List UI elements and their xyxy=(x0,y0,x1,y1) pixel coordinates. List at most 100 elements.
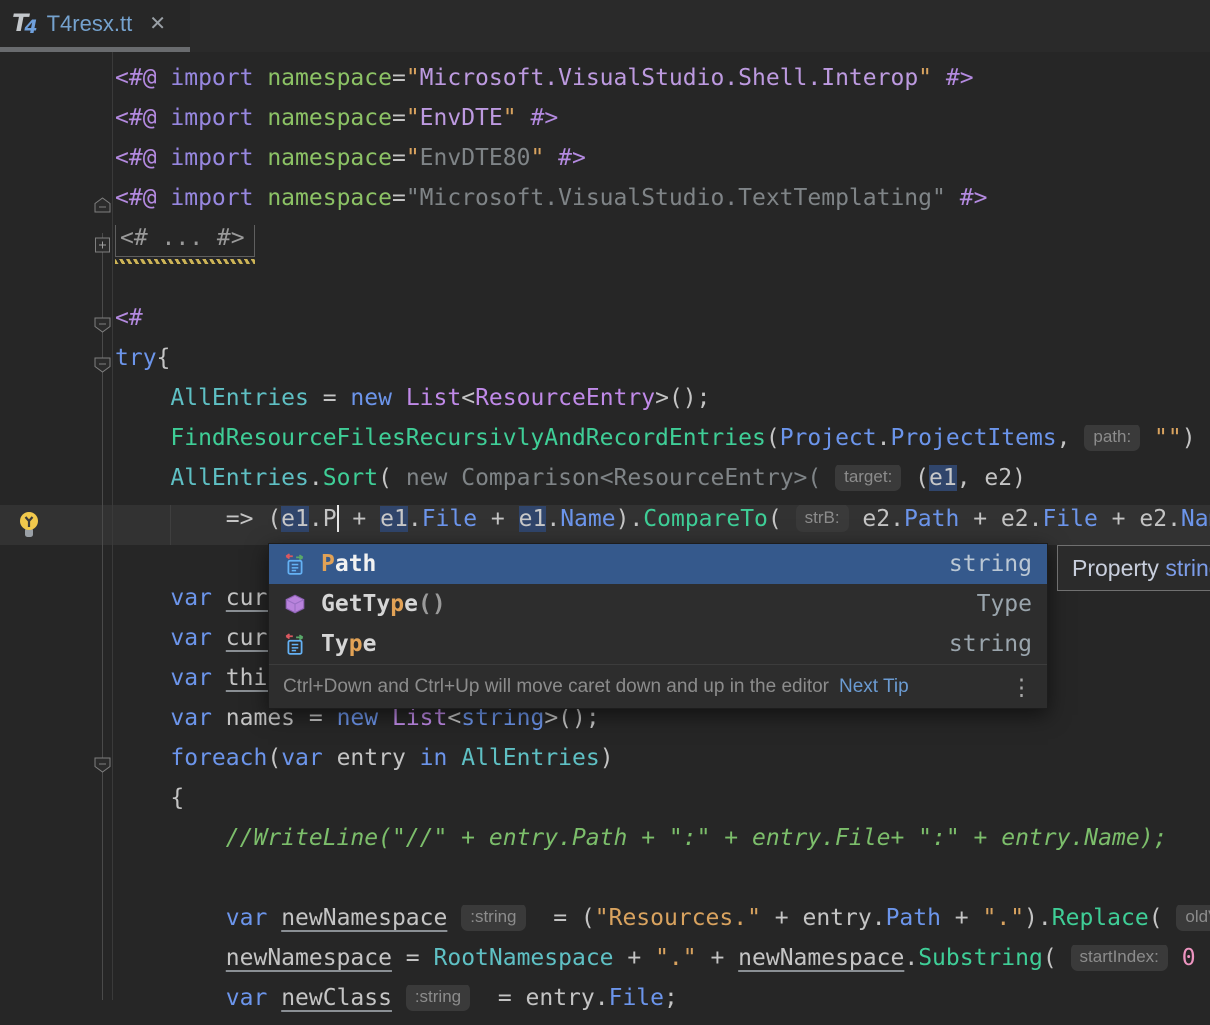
code-token: e1 xyxy=(380,506,408,532)
code-token: new Comparison<ResourceEntry>( xyxy=(406,465,835,491)
code-token: ResourceEntry xyxy=(475,385,655,411)
completion-item[interactable]: Path string xyxy=(269,544,1047,584)
code-token xyxy=(392,385,406,411)
more-options-icon[interactable]: ⋮ xyxy=(1010,677,1033,697)
code-token: <#@ xyxy=(115,145,170,171)
code-token: var xyxy=(170,585,212,611)
code-token: <#@ xyxy=(115,105,170,131)
code-token xyxy=(115,585,170,611)
code-token: newClass xyxy=(281,985,392,1011)
fold-marker-plus[interactable] xyxy=(94,237,111,253)
code-token: Substring xyxy=(918,945,1043,971)
code-line: { xyxy=(0,785,1210,825)
close-icon[interactable]: ✕ xyxy=(149,11,166,36)
t4-file-icon: T4 xyxy=(12,11,38,37)
code-token xyxy=(212,625,226,651)
code-line: newNamespace = RootNamespace + "." + new… xyxy=(0,945,1210,985)
code-token: + xyxy=(477,506,519,532)
inlay-hint[interactable]: strB: xyxy=(796,505,849,532)
code-line: FindResourceFilesRecursivlyAndRecordEntr… xyxy=(0,425,1210,465)
code-token: ( xyxy=(768,506,796,532)
code-line: <#@ import namespace="EnvDTE" #> xyxy=(0,105,1210,145)
code-token xyxy=(267,905,281,931)
inlay-hint[interactable]: oldValue: xyxy=(1176,905,1210,931)
code-token xyxy=(115,665,170,691)
code-token: " xyxy=(918,65,932,91)
code-token: Name xyxy=(1181,506,1210,532)
code-token xyxy=(115,945,226,971)
code-line: <#@ import namespace="Microsoft.VisualSt… xyxy=(0,185,1210,225)
code-token: + entry. xyxy=(761,905,886,931)
code-token: var xyxy=(281,745,323,771)
code-token xyxy=(212,585,226,611)
fold-marker-down[interactable] xyxy=(94,317,111,333)
code-token: var xyxy=(170,665,212,691)
next-tip-link[interactable]: Next Tip xyxy=(839,676,909,698)
completion-return-type: string xyxy=(949,551,1032,577)
code-token: e2. xyxy=(849,506,904,532)
inlay-hint[interactable]: :string xyxy=(406,985,470,1011)
completion-return-type: Type xyxy=(977,591,1032,617)
code-token: 0 xyxy=(1182,945,1196,971)
code-editor[interactable]: <#@ import namespace="Microsoft.VisualSt… xyxy=(0,0,1210,1000)
code-token: EnvDTE80 xyxy=(420,145,531,171)
code-token: ). xyxy=(616,506,644,532)
code-token: in xyxy=(420,745,448,771)
code-token: Microsoft.VisualStudio.Shell.Interop xyxy=(420,65,919,91)
code-token: newNamespace xyxy=(738,945,904,971)
code-token: "Resources." xyxy=(595,905,761,931)
completion-label: Path xyxy=(321,551,376,577)
tab-t4resx[interactable]: T4 T4resx.tt ✕ xyxy=(0,0,190,47)
code-token xyxy=(517,105,531,131)
code-token: File xyxy=(422,506,477,532)
code-token: "" xyxy=(1154,425,1182,451)
completion-item[interactable]: GetType() Type xyxy=(269,584,1047,624)
code-token: AllEntries xyxy=(170,465,308,491)
code-token: => ( xyxy=(115,506,281,532)
code-token: ( xyxy=(267,745,281,771)
code-token: namespace xyxy=(267,65,392,91)
code-token: .P xyxy=(309,506,337,532)
code-token: <#@ xyxy=(115,185,170,211)
code-token: + e2. xyxy=(1098,506,1181,532)
code-token: . xyxy=(904,945,918,971)
code-token: = xyxy=(392,145,406,171)
intention-bulb-icon[interactable] xyxy=(18,511,40,539)
fold-scope-line xyxy=(102,233,103,1000)
code-token: ). xyxy=(1024,905,1052,931)
code-token: + xyxy=(339,506,381,532)
completion-item[interactable]: Typestring xyxy=(269,624,1047,664)
inlay-hint[interactable]: :string xyxy=(461,905,525,931)
code-token: . xyxy=(546,506,560,532)
property-icon xyxy=(284,552,308,576)
tooltip-text: Property xyxy=(1072,555,1165,582)
inlay-hint[interactable]: path: xyxy=(1084,425,1140,451)
code-line: var names = new List<string>(); xyxy=(0,705,1210,745)
code-token: Path xyxy=(886,905,941,931)
code-token: = xyxy=(392,65,406,91)
code-token: foreach xyxy=(170,745,267,771)
code-token: CompareTo xyxy=(643,506,768,532)
completion-popup: PathstringGetType()TypeTypestring Ctrl+D… xyxy=(268,543,1048,709)
fold-marker-down[interactable] xyxy=(94,357,111,373)
fold-marker-down[interactable] xyxy=(94,757,111,773)
inlay-hint[interactable]: target: xyxy=(835,465,901,491)
completion-label: GetType() xyxy=(321,591,446,617)
code-token: RootNamespace xyxy=(434,945,614,971)
code-token: try xyxy=(115,345,157,371)
code-line: <#@ import namespace="Microsoft.VisualSt… xyxy=(0,65,1210,105)
code-token: //WriteLine("//" + entry.Path + ":" + en… xyxy=(226,825,1168,851)
code-token: e1 xyxy=(519,506,547,532)
code-token: Name xyxy=(560,506,615,532)
code-line: <#@ import namespace="EnvDTE80" #> xyxy=(0,145,1210,185)
fold-marker-up[interactable] xyxy=(94,197,111,213)
code-token: { xyxy=(115,785,184,811)
inlay-hint[interactable]: startIndex: xyxy=(1071,945,1168,971)
folded-region[interactable]: <# ... #> xyxy=(115,225,255,257)
code-token: = xyxy=(392,185,406,211)
code-token xyxy=(212,665,226,691)
code-token: { xyxy=(157,345,171,371)
code-token: Sort xyxy=(323,465,378,491)
tooltip-text: string xyxy=(1165,555,1210,582)
code-token xyxy=(447,745,461,771)
